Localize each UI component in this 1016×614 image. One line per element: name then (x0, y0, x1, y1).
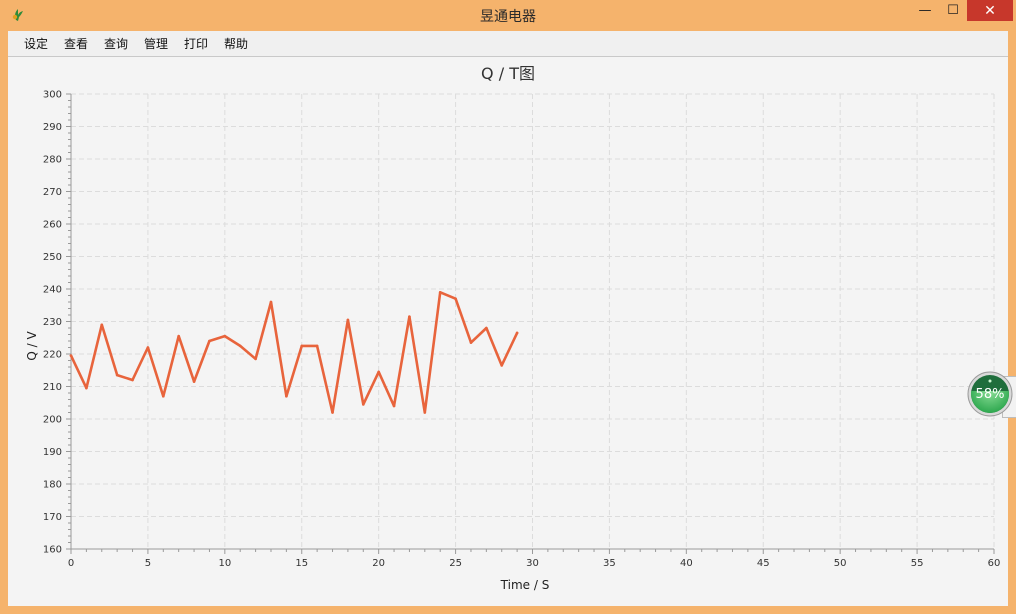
data-point (500, 364, 504, 367)
y-tick-label: 240 (43, 285, 62, 296)
x-tick-label: 0 (68, 558, 74, 569)
data-point (469, 341, 473, 344)
menu-item-manage[interactable]: 管理 (144, 35, 168, 52)
y-tick-label: 200 (43, 415, 62, 426)
data-point (146, 346, 150, 349)
chart-series (69, 290, 519, 414)
chart-area: Q / T图 0 5 10 15 20 25 30 35 40 45 50 55 60 160 170 18… (8, 57, 1008, 606)
data-point (285, 394, 288, 398)
menu-item-help[interactable]: 帮助 (224, 35, 248, 52)
data-point (223, 334, 227, 338)
data-point (423, 411, 427, 414)
y-tick-label: 290 (43, 122, 62, 133)
x-tick-label: 5 (145, 558, 151, 569)
data-point (485, 326, 488, 330)
x-tick-label: 40 (680, 558, 693, 569)
chart-grid (70, 93, 995, 550)
data-point (85, 386, 88, 390)
x-tick-label: 30 (526, 558, 539, 569)
x-axis-label: Time / S (500, 578, 550, 592)
window-title: 昱通电器 (480, 9, 536, 25)
menu-bar: 设定 查看 查询 管理 打印 帮助 (8, 31, 1008, 57)
y-tick-label: 270 (43, 187, 62, 198)
data-point (131, 378, 134, 382)
sparkle-icon (988, 379, 992, 383)
progress-percent-widget[interactable]: 58% (967, 371, 1013, 417)
x-tick-label: 20 (372, 558, 385, 569)
y-tick-label: 180 (43, 480, 62, 491)
title-bar: 昱通电器 — ☐ ✕ (0, 0, 1016, 31)
y-tick-label: 260 (43, 220, 62, 231)
maximize-button[interactable]: ☐ (939, 0, 967, 21)
x-tick-label: 60 (988, 558, 1001, 569)
chart-title: Q / T图 (481, 64, 535, 83)
data-point (300, 344, 304, 348)
series-line (69, 291, 519, 414)
x-tick-label: 10 (218, 558, 231, 569)
x-tick-label: 35 (603, 558, 616, 569)
progress-percent-label: 58% (976, 387, 1005, 402)
data-point (192, 380, 196, 383)
data-point (454, 297, 457, 301)
y-tick-label: 160 (43, 545, 62, 556)
x-tick-label: 45 (757, 558, 770, 569)
data-point (346, 318, 350, 322)
data-point (438, 290, 442, 294)
y-tick-label: 210 (43, 382, 62, 393)
data-point (238, 344, 242, 348)
data-point (361, 403, 365, 406)
data-point (69, 354, 73, 357)
data-point (269, 300, 273, 304)
qt-line-chart: Q / T图 0 5 10 15 20 25 30 35 40 45 50 55 60 160 170 18… (25, 64, 1001, 592)
x-tick-label: 55 (911, 558, 924, 569)
y-tick-label: 250 (43, 252, 62, 263)
data-point (208, 339, 211, 343)
x-axis-ticks: 0 5 10 15 20 25 30 35 40 45 50 55 60 (68, 549, 1001, 569)
y-axis-ticks: 160 170 180 190 200 210 220 230 240 250 260 270 280 2… (43, 90, 71, 556)
y-tick-label: 230 (43, 317, 62, 328)
menu-item-query[interactable]: 查询 (104, 35, 128, 52)
y-tick-label: 280 (43, 155, 62, 166)
data-point (377, 370, 380, 374)
menu-item-settings[interactable]: 设定 (24, 35, 48, 52)
data-point (254, 357, 257, 361)
y-axis-label: Q / V (25, 331, 39, 361)
data-point (408, 315, 411, 318)
data-point (115, 373, 119, 377)
data-point (315, 344, 319, 348)
data-point (392, 404, 396, 408)
data-point (100, 323, 104, 327)
data-point (331, 411, 334, 414)
y-tick-label: 220 (43, 350, 62, 361)
minimize-button[interactable]: — (911, 0, 939, 21)
data-point (162, 394, 165, 398)
menu-item-view[interactable]: 查看 (64, 35, 88, 52)
data-point (177, 334, 180, 338)
main-window-client: 设定 查看 查询 管理 打印 帮助 Q / T图 0 5 10 15 20 25 30 35 4… (8, 31, 1008, 606)
x-tick-label: 50 (834, 558, 847, 569)
menu-item-print[interactable]: 打印 (184, 35, 208, 52)
y-tick-label: 300 (43, 90, 62, 101)
y-tick-label: 190 (43, 447, 62, 458)
x-tick-label: 25 (449, 558, 462, 569)
x-tick-label: 15 (295, 558, 308, 569)
close-button[interactable]: ✕ (967, 0, 1013, 21)
y-tick-label: 170 (43, 512, 62, 523)
data-point (515, 331, 519, 335)
